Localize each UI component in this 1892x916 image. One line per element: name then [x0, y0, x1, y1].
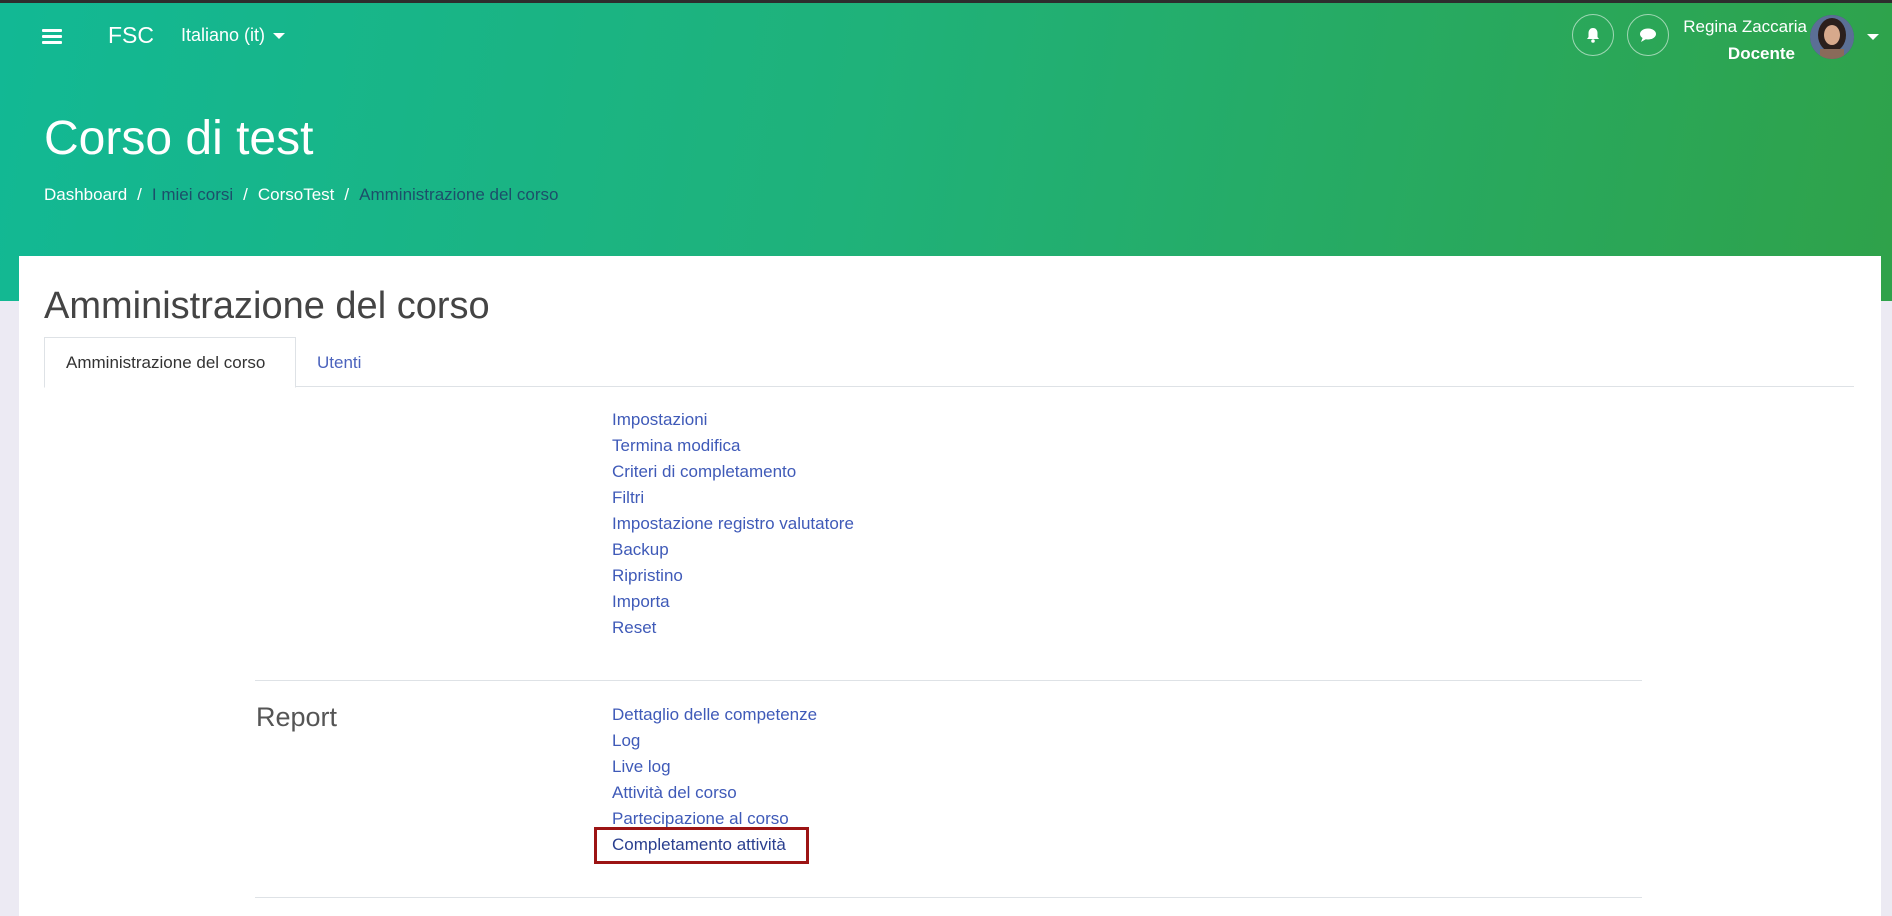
- language-label: Italiano (it): [181, 25, 266, 45]
- link-settings[interactable]: Impostazioni: [612, 407, 854, 433]
- section-divider: [255, 680, 1642, 681]
- hamburger-menu-icon[interactable]: [42, 29, 62, 45]
- breadcrumb: Dashboard / I miei corsi / CorsoTest / Amminis…: [44, 185, 559, 204]
- avatar-image: [1810, 15, 1854, 59]
- link-restore[interactable]: Ripristino: [612, 563, 854, 589]
- link-end-editing[interactable]: Termina modifica: [612, 433, 854, 459]
- avatar[interactable]: [1810, 15, 1854, 59]
- link-live-log[interactable]: Live log: [612, 754, 817, 780]
- language-selector[interactable]: Italiano (it): [181, 25, 286, 46]
- course-title: Corso di test: [44, 112, 314, 165]
- user-name[interactable]: Regina Zaccaria: [1683, 17, 1807, 37]
- breadcrumb-current: Amministrazione del corso: [359, 185, 559, 204]
- chevron-down-icon: [273, 33, 286, 40]
- chat-icon: [1640, 28, 1656, 42]
- link-backup[interactable]: Backup: [612, 537, 854, 563]
- user-menu-chevron-icon[interactable]: [1867, 34, 1879, 40]
- link-gradebook-setup[interactable]: Impostazione registro valutatore: [612, 511, 854, 537]
- link-competency-breakdown[interactable]: Dettaglio delle competenze: [612, 702, 817, 728]
- bell-icon: [1587, 28, 1599, 43]
- tab-users[interactable]: Utenti: [316, 337, 383, 388]
- link-filters[interactable]: Filtri: [612, 485, 854, 511]
- link-reset[interactable]: Reset: [612, 615, 854, 641]
- link-log[interactable]: Log: [612, 728, 817, 754]
- highlight-box: [594, 827, 809, 864]
- tab-bar: Amministrazione del corso Utenti: [44, 337, 1854, 388]
- breadcrumb-course[interactable]: CorsoTest: [258, 185, 335, 204]
- site-brand[interactable]: FSC: [108, 22, 154, 49]
- section-divider-bottom: [255, 897, 1642, 898]
- link-import[interactable]: Importa: [612, 589, 854, 615]
- link-course-activity[interactable]: Attività del corso: [612, 780, 817, 806]
- report-section-title: Report: [256, 702, 338, 732]
- page-title: Amministrazione del corso: [44, 285, 490, 327]
- tab-course-administration[interactable]: Amministrazione del corso: [44, 337, 296, 388]
- breadcrumb-my-courses[interactable]: I miei corsi: [152, 185, 233, 204]
- breadcrumb-dashboard[interactable]: Dashboard: [44, 185, 127, 204]
- user-role: Docente: [1727, 44, 1795, 63]
- link-completion-criteria[interactable]: Criteri di completamento: [612, 459, 854, 485]
- course-admin-links: Impostazioni Termina modifica Criteri di…: [612, 407, 854, 641]
- messages-button[interactable]: [1627, 14, 1669, 56]
- notifications-button[interactable]: [1572, 14, 1614, 56]
